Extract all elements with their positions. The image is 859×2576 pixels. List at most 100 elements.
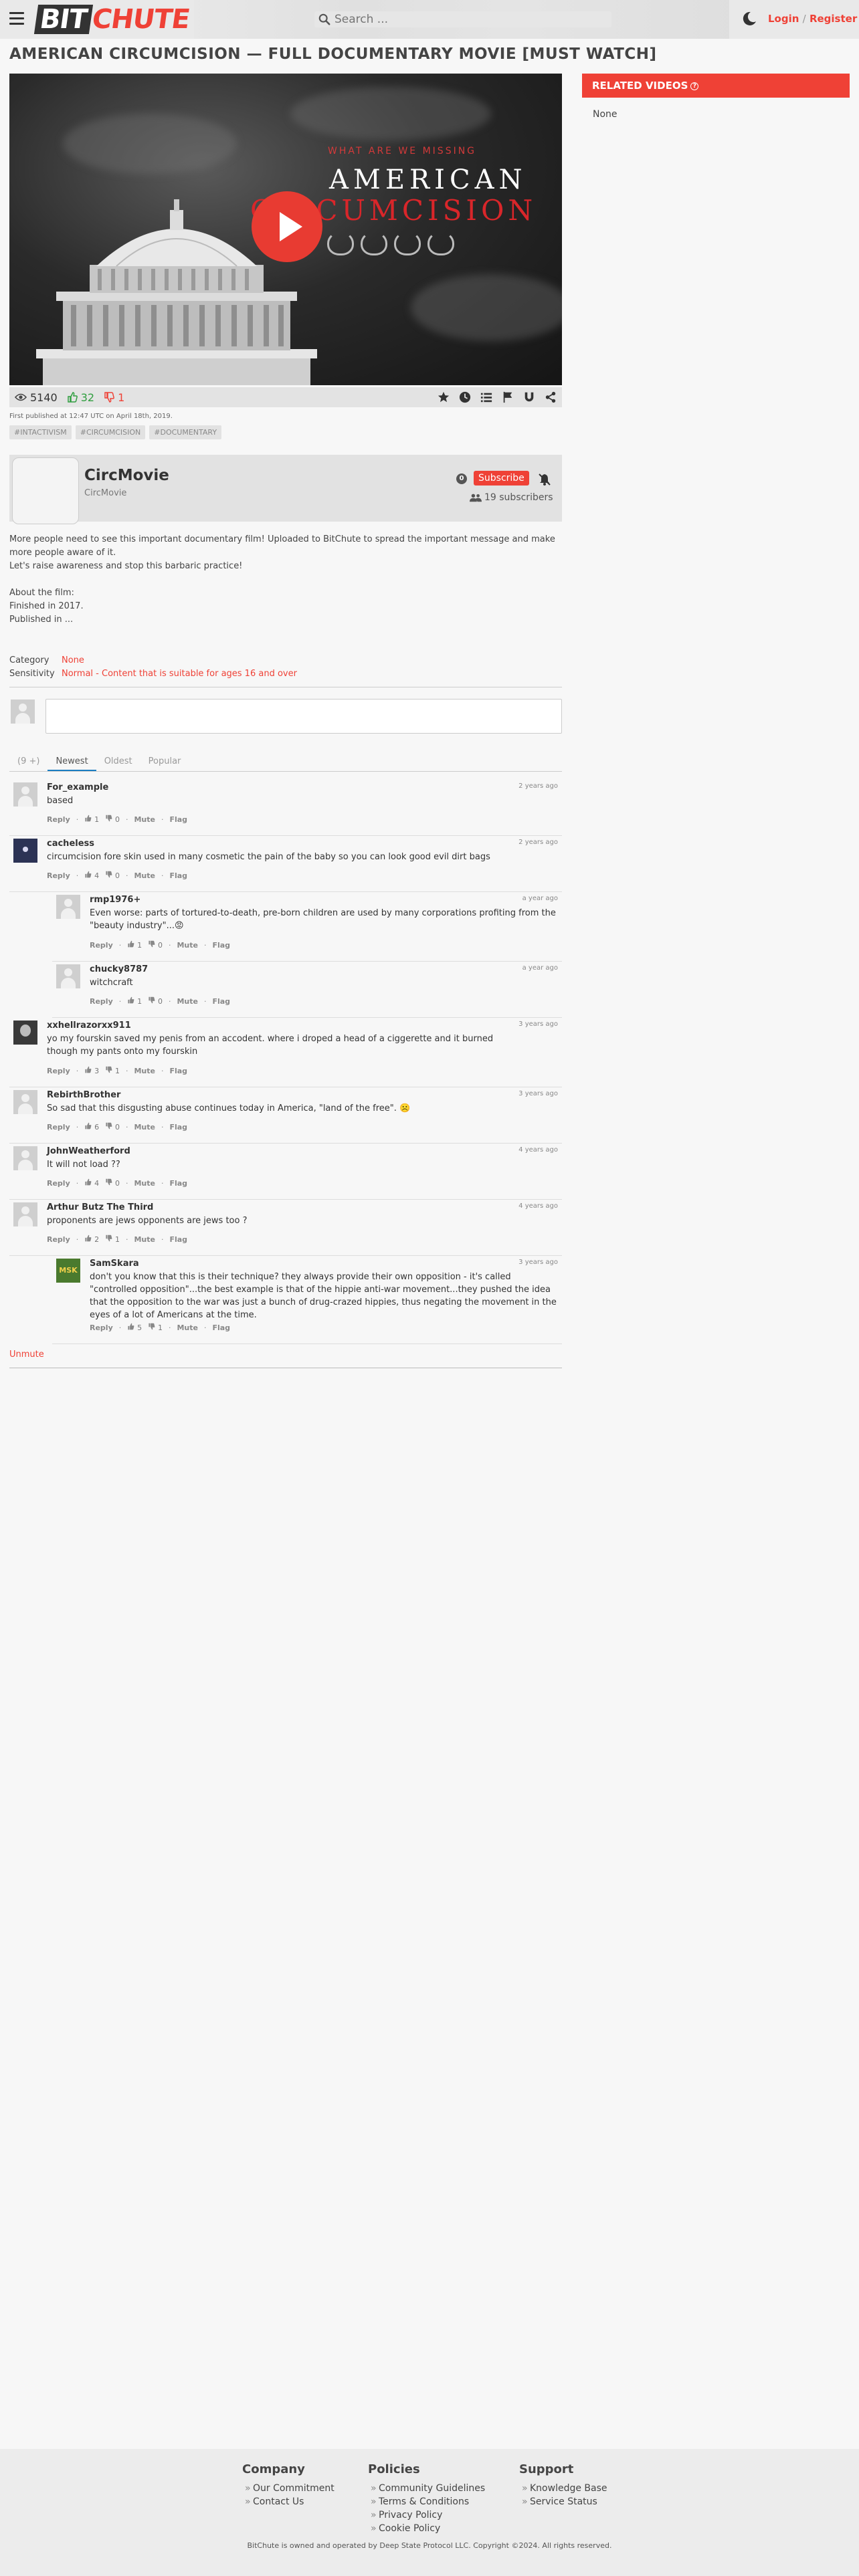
play-button[interactable]: [252, 191, 322, 262]
comment-downvote[interactable]: 0: [148, 996, 163, 1006]
comment-upvote[interactable]: 5: [127, 1323, 142, 1332]
footer-link-service-status[interactable]: Service Status: [519, 2495, 607, 2508]
comment-downvote[interactable]: 1: [105, 1235, 120, 1244]
comment-upvote[interactable]: 3: [84, 1066, 99, 1075]
mute-link[interactable]: Mute: [134, 1067, 155, 1075]
comment-username[interactable]: JohnWeatherford: [47, 1146, 130, 1156]
tab-newest[interactable]: Newest: [47, 754, 96, 771]
comment-username[interactable]: RebirthBrother: [47, 1090, 120, 1100]
watch-later-clock-icon[interactable]: [459, 391, 471, 403]
comment-username[interactable]: Arthur Butz The Third: [47, 1202, 153, 1212]
search-input[interactable]: [335, 13, 602, 26]
comment-upvote[interactable]: 1: [84, 815, 99, 824]
comment-downvote[interactable]: 0: [105, 815, 120, 824]
share-icon[interactable]: [545, 391, 557, 403]
channel-name[interactable]: CircMovie: [84, 467, 169, 484]
comment-username[interactable]: xxhellrazorxx911: [47, 1021, 131, 1031]
avatar[interactable]: [13, 1021, 37, 1045]
reply-link[interactable]: Reply: [90, 941, 113, 950]
flag-link[interactable]: Flag: [169, 871, 187, 880]
mute-link[interactable]: Mute: [134, 871, 155, 880]
comment-downvote[interactable]: 0: [105, 1178, 120, 1188]
footer-link-community-guidelines[interactable]: Community Guidelines: [368, 2482, 485, 2495]
footer-link-contact-us[interactable]: Contact Us: [242, 2495, 335, 2508]
comment-downvote[interactable]: 0: [105, 871, 120, 880]
comment-username[interactable]: chucky8787: [90, 964, 148, 974]
dislike-button[interactable]: 1: [104, 391, 124, 404]
footer-link-terms[interactable]: Terms & Conditions: [368, 2495, 485, 2508]
mute-link[interactable]: Mute: [177, 941, 198, 950]
avatar[interactable]: [56, 964, 80, 988]
notifications-off-bell-icon[interactable]: [538, 473, 551, 486]
avatar[interactable]: [13, 1202, 37, 1226]
comment-input[interactable]: [45, 699, 562, 734]
comment-upvote[interactable]: 4: [84, 1178, 99, 1188]
flag-link[interactable]: Flag: [212, 997, 230, 1006]
comment-username[interactable]: SamSkara: [90, 1259, 139, 1269]
mute-link[interactable]: Mute: [134, 815, 155, 824]
tab-oldest[interactable]: Oldest: [96, 754, 140, 771]
reply-link[interactable]: Reply: [47, 1179, 70, 1188]
comment-downvote[interactable]: 0: [148, 940, 163, 950]
channel-owner[interactable]: CircMovie: [84, 488, 126, 498]
comment-downvote[interactable]: 1: [105, 1066, 120, 1075]
comment-downvote[interactable]: 0: [105, 1122, 120, 1132]
playlist-icon[interactable]: [480, 391, 492, 403]
magnet-icon[interactable]: [523, 391, 535, 403]
reply-link[interactable]: Reply: [47, 1123, 70, 1132]
mute-link[interactable]: Mute: [177, 997, 198, 1006]
flag-link[interactable]: Flag: [169, 1235, 187, 1244]
mute-link[interactable]: Mute: [134, 1179, 155, 1188]
favorite-star-icon[interactable]: [438, 391, 450, 403]
dark-mode-icon[interactable]: [741, 11, 757, 27]
flag-link[interactable]: Flag: [212, 941, 230, 950]
flag-icon[interactable]: [502, 391, 514, 403]
comment-downvote[interactable]: 1: [148, 1323, 163, 1332]
like-button[interactable]: 32: [67, 391, 94, 404]
mute-link[interactable]: Mute: [134, 1235, 155, 1244]
footer-link-our-commitment[interactable]: Our Commitment: [242, 2482, 335, 2495]
tag-link[interactable]: #INTACTIVISM: [9, 425, 72, 439]
category-value[interactable]: None: [62, 655, 84, 665]
reply-link[interactable]: Reply: [90, 1323, 113, 1332]
avatar[interactable]: MSK: [56, 1259, 80, 1283]
flag-link[interactable]: Flag: [169, 1123, 187, 1132]
menu-icon[interactable]: [9, 12, 24, 25]
reply-link[interactable]: Reply: [47, 871, 70, 880]
flag-link[interactable]: Flag: [169, 1179, 187, 1188]
footer-link-privacy[interactable]: Privacy Policy: [368, 2508, 485, 2522]
avatar[interactable]: [56, 895, 80, 919]
flag-link[interactable]: Flag: [212, 1323, 230, 1332]
sensitivity-value[interactable]: Normal - Content that is suitable for ag…: [62, 669, 297, 679]
mute-link[interactable]: Mute: [134, 1123, 155, 1132]
reply-link[interactable]: Reply: [90, 997, 113, 1006]
video-player[interactable]: WHAT ARE WE MISSING AMERICAN CIRCUMCISIO…: [9, 74, 562, 385]
subscribe-button[interactable]: Subscribe: [474, 471, 529, 486]
register-link[interactable]: Register: [809, 13, 857, 25]
comment-upvote[interactable]: 1: [127, 940, 142, 950]
channel-avatar[interactable]: [12, 457, 79, 524]
help-icon[interactable]: ?: [690, 82, 699, 90]
comment-upvote[interactable]: 4: [84, 871, 99, 880]
login-link[interactable]: Login: [768, 13, 799, 25]
comment-username[interactable]: rmp1976+: [90, 895, 140, 905]
comment-upvote[interactable]: 1: [127, 996, 142, 1006]
flag-link[interactable]: Flag: [169, 1067, 187, 1075]
comment-username[interactable]: For_example: [47, 782, 108, 792]
reply-link[interactable]: Reply: [47, 815, 70, 824]
avatar[interactable]: [13, 1090, 37, 1114]
footer-link-knowledge-base[interactable]: Knowledge Base: [519, 2482, 607, 2495]
comment-upvote[interactable]: 2: [84, 1235, 99, 1244]
avatar[interactable]: [13, 1146, 37, 1170]
reply-link[interactable]: Reply: [47, 1067, 70, 1075]
comment-upvote[interactable]: 6: [84, 1122, 99, 1132]
search-box[interactable]: [314, 11, 611, 27]
comment-username[interactable]: cacheless: [47, 839, 94, 849]
mute-link[interactable]: Mute: [177, 1323, 198, 1332]
tab-popular[interactable]: Popular: [140, 754, 189, 771]
flag-link[interactable]: Flag: [169, 815, 187, 824]
reply-link[interactable]: Reply: [47, 1235, 70, 1244]
avatar[interactable]: [13, 839, 37, 863]
footer-link-cookie[interactable]: Cookie Policy: [368, 2522, 485, 2535]
tag-link[interactable]: #DOCUMENTARY: [149, 425, 222, 439]
